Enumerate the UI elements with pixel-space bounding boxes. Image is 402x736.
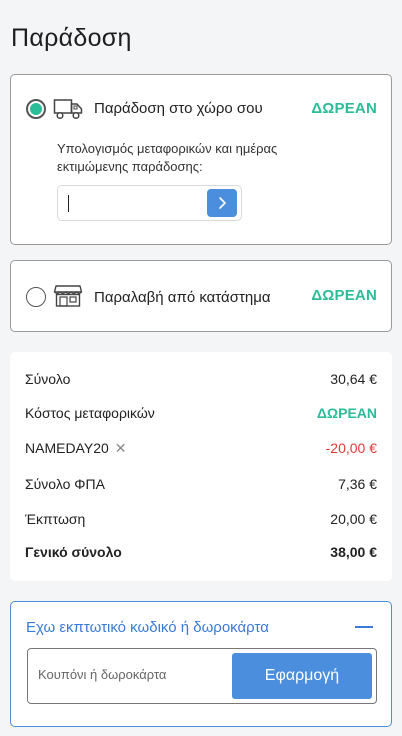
summary-value: -20,00 €	[325, 440, 377, 456]
truck-icon	[53, 99, 83, 120]
summary-row-coupon: NAMEDAY20 ✕ -20,00 €	[25, 440, 377, 460]
summary-label: Κόστος μεταφορικών	[25, 405, 155, 421]
summary-value: ΔΩΡΕΑΝ	[316, 405, 377, 421]
order-summary: Σύνολο 30,64 € Κόστος μεταφορικών ΔΩΡΕΑΝ…	[10, 352, 392, 581]
text-caret	[68, 195, 69, 212]
coupon-panel: Εχω εκπτωτικό κωδικό ή δωροκάρτα Εφαρμογ…	[10, 601, 392, 727]
zip-submit-button[interactable]	[207, 189, 237, 217]
summary-value: 30,64 €	[330, 371, 377, 387]
summary-label: Σύνολο	[25, 371, 71, 387]
delivery-option-home[interactable]: Παράδοση στο χώρο σου ΔΩΡΕΑΝ Υπολογισμός…	[10, 74, 392, 245]
summary-label: Σύνολο ΦΠΑ	[25, 476, 105, 492]
chevron-right-icon	[219, 197, 226, 209]
coupon-input[interactable]	[38, 667, 228, 682]
store-pickup-label: Παραλαβή από κατάστημα	[94, 289, 271, 306]
coupon-code-label: NAMEDAY20	[25, 440, 109, 456]
summary-row-shipping: Κόστος μεταφορικών ΔΩΡΕΑΝ	[25, 405, 377, 425]
store-pickup-radio[interactable]	[26, 287, 46, 307]
summary-value: 38,00 €	[330, 544, 377, 560]
delivery-option-store[interactable]: Παραλαβή από κατάστημα ΔΩΡΕΑΝ	[10, 260, 392, 332]
apply-coupon-button[interactable]: Εφαρμογή	[232, 653, 372, 699]
summary-row-vat: Σύνολο ΦΠΑ 7,36 €	[25, 476, 377, 496]
summary-label: Γενικό σύνολο	[25, 544, 122, 560]
close-icon[interactable]: ✕	[115, 440, 127, 457]
zip-field[interactable]	[57, 185, 242, 221]
summary-value: 7,36 €	[338, 476, 377, 492]
page-title: Παράδοση	[11, 24, 132, 52]
shipping-calc-text: Υπολογισμός μεταφορικών και ημέρας εκτιμ…	[57, 141, 278, 174]
summary-row-discount: Έκπτωση 20,00 €	[25, 511, 377, 531]
minus-icon[interactable]	[355, 626, 373, 628]
home-delivery-label: Παράδοση στο χώρο σου	[94, 100, 263, 117]
home-delivery-price: ΔΩΡΕΑΝ	[311, 100, 377, 117]
summary-label: Έκπτωση	[25, 511, 86, 527]
coupon-form: Εφαρμογή	[27, 648, 377, 704]
store-pickup-price: ΔΩΡΕΑΝ	[311, 287, 377, 304]
store-icon	[53, 285, 83, 307]
coupon-panel-toggle[interactable]: Εχω εκπτωτικό κωδικό ή δωροκάρτα	[26, 619, 269, 636]
summary-row-subtotal: Σύνολο 30,64 €	[25, 371, 377, 391]
summary-value: 20,00 €	[330, 511, 377, 527]
home-delivery-radio[interactable]	[26, 99, 46, 119]
summary-row-total: Γενικό σύνολο 38,00 €	[25, 544, 377, 564]
